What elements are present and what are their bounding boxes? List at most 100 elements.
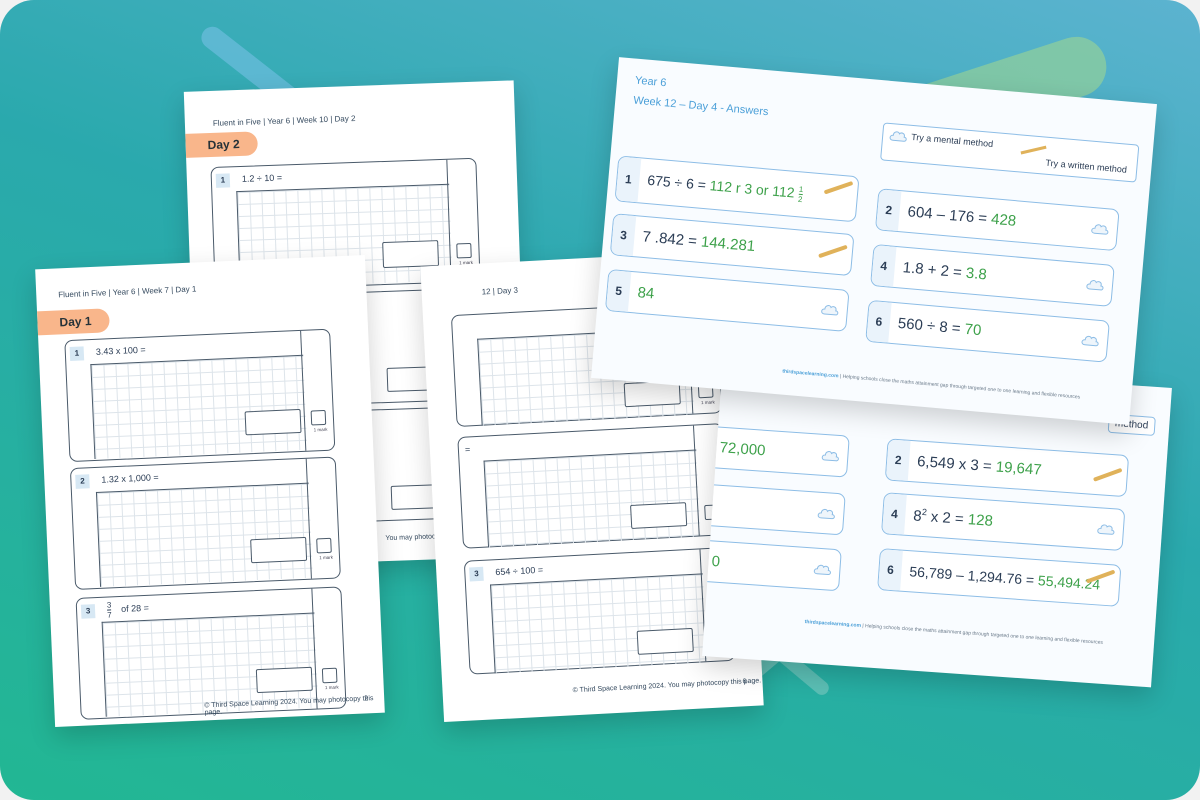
footer-link[interactable]: thirdspacelearning.com bbox=[804, 619, 861, 629]
equation-text: 56,789 – 1,294.76 = bbox=[908, 563, 1035, 588]
question-text: 3.43 x 100 = bbox=[95, 344, 146, 357]
mark-label: 1 mark bbox=[319, 554, 334, 561]
working-grid bbox=[483, 449, 701, 548]
equation-text: 675 ÷ 6 = bbox=[646, 171, 707, 193]
fraction-numerator: 1 bbox=[798, 184, 804, 196]
answer-box[interactable] bbox=[244, 408, 302, 436]
answer-card: 3 7 .842 = 144.281 bbox=[609, 213, 855, 277]
page-number: 2 bbox=[364, 695, 369, 703]
answer-sheet-footer: thirdspacelearning.com | Helping schools… bbox=[782, 369, 1080, 401]
page-number: 6 bbox=[742, 678, 747, 686]
worksheet-header: 12 | Day 3 bbox=[481, 285, 519, 297]
card-number: 1 bbox=[615, 156, 642, 203]
day-tab: Day 1 bbox=[37, 308, 111, 336]
answer-value: 84 bbox=[636, 284, 655, 303]
answer-equation: 604 – 176 = 428 bbox=[907, 203, 1017, 229]
answer-value: 112 r 3 or 112 bbox=[709, 177, 796, 201]
answer-equation: 6,549 x 3 = 19,647 bbox=[917, 453, 1043, 479]
written-method-icon bbox=[1092, 467, 1123, 482]
answer-card: 6 560 ÷ 8 = 70 bbox=[865, 299, 1110, 363]
mental-method-icon bbox=[821, 451, 839, 462]
question-number: 3 bbox=[469, 566, 484, 582]
mental-method-icon bbox=[821, 305, 839, 316]
worksheet-header: Fluent in Five | Year 6 | Week 10 | Day … bbox=[212, 113, 356, 128]
question-number: 1 bbox=[215, 173, 231, 188]
legend-mental-text: Try a mental method bbox=[910, 131, 994, 149]
question-box: 1 3.43 x 100 = 1 mark bbox=[64, 328, 336, 463]
mark-column bbox=[300, 329, 335, 451]
answer-sheet-footer: thirdspacelearning.com | Helping schools… bbox=[804, 619, 1103, 646]
footer-text: | Helping schools close the maths attain… bbox=[860, 622, 1104, 646]
mark-label: 1 mark bbox=[324, 684, 339, 691]
working-grid bbox=[490, 573, 708, 674]
answer-box[interactable] bbox=[255, 666, 313, 694]
card-number: 3 bbox=[610, 214, 637, 257]
answer-value: 19,647 bbox=[995, 458, 1043, 479]
answer-equation: 560 ÷ 8 = 70 bbox=[897, 315, 982, 339]
answer-equation: 56,789 – 1,294.76 = 55,494.24 bbox=[909, 563, 1101, 592]
answer-equation: 82 x 2 = 128 bbox=[913, 506, 994, 530]
written-method-icon bbox=[823, 180, 854, 195]
method-legend: Try a mental method Try a written method bbox=[880, 122, 1140, 183]
mental-method-icon bbox=[1091, 224, 1109, 235]
fraction-denominator: 2 bbox=[797, 194, 803, 205]
mark-label: 1 mark bbox=[700, 399, 715, 406]
answer-card: 2 604 – 176 = 428 bbox=[874, 188, 1120, 252]
mark-label: 1 mark bbox=[313, 426, 328, 433]
answer-equation: 72,000 bbox=[719, 439, 766, 459]
answer-equation: 84 bbox=[637, 284, 655, 302]
question-text: of 28 = bbox=[120, 602, 150, 614]
answer-fraction: 1 2 bbox=[797, 184, 804, 205]
footer-text: © Third Space Learning 2024. You may pho… bbox=[572, 677, 762, 695]
mark-box[interactable] bbox=[310, 409, 327, 426]
working-grid bbox=[90, 354, 308, 460]
question-number: 3 bbox=[80, 604, 96, 619]
legend-written-text: Try a written method bbox=[1045, 157, 1128, 175]
written-method-icon bbox=[1020, 145, 1047, 155]
answer-equation: 675 ÷ 6 = 112 r 3 or 112 1 2 bbox=[646, 171, 804, 205]
answer-box[interactable] bbox=[382, 240, 440, 269]
mental-method-icon bbox=[889, 131, 907, 142]
mark-box[interactable] bbox=[316, 537, 332, 554]
answer-value: 0 bbox=[711, 552, 721, 571]
equation-text-2: .842 = bbox=[654, 229, 698, 251]
equation-text: 1.8 + 2 = bbox=[902, 259, 963, 282]
answer-card: 5 84 bbox=[604, 268, 850, 332]
mental-method-icon bbox=[1086, 280, 1104, 291]
answer-card bbox=[702, 483, 846, 536]
answer-sheet-top: Year 6 Week 12 – Day 4 - Answers Try a m… bbox=[590, 57, 1158, 425]
answer-value: 144.281 bbox=[700, 233, 756, 256]
answer-value: 428 bbox=[990, 210, 1017, 230]
answer-box[interactable] bbox=[630, 502, 688, 530]
answer-card: 72,000 bbox=[705, 425, 850, 478]
question-box: 2 1.32 x 1,000 = 1 mark bbox=[69, 456, 341, 590]
equation-text: x 2 = bbox=[926, 508, 965, 528]
card-number: 4 bbox=[882, 493, 907, 535]
question-text: 1.32 x 1,000 = bbox=[101, 472, 159, 485]
footer-link[interactable]: thirdspacelearning.com bbox=[782, 369, 839, 380]
mark-box[interactable] bbox=[456, 242, 472, 259]
question-box: 3 654 ÷ 100 = bbox=[463, 546, 736, 675]
answer-value: 55,494.24 bbox=[1037, 572, 1101, 593]
mark-column bbox=[305, 457, 340, 579]
answer-card: 0 bbox=[702, 539, 842, 592]
answer-value: 70 bbox=[963, 320, 983, 340]
sheet-year: Year 6 bbox=[634, 74, 667, 90]
equation-text: 560 ÷ 8 = bbox=[897, 314, 962, 338]
question-text: = bbox=[464, 444, 471, 455]
mental-method-icon bbox=[1081, 335, 1099, 347]
sheet-title: Week 12 – Day 4 - Answers bbox=[632, 94, 769, 119]
question-text: 654 ÷ 100 = bbox=[495, 564, 544, 578]
answer-box[interactable] bbox=[250, 536, 308, 564]
answer-box[interactable] bbox=[636, 627, 694, 655]
card-number: 4 bbox=[871, 245, 897, 287]
answer-equation: 7 .842 = 144.281 bbox=[642, 228, 756, 255]
day-tab: Day 2 bbox=[185, 131, 259, 158]
equation-text: 604 – 176 = bbox=[906, 203, 988, 228]
answer-card: 2 6,549 x 3 = 19,647 bbox=[884, 438, 1130, 498]
written-method-icon bbox=[818, 244, 848, 259]
mark-box[interactable] bbox=[321, 667, 338, 684]
answer-value: 128 bbox=[967, 511, 994, 530]
card-number: 6 bbox=[866, 300, 892, 343]
mental-method-icon bbox=[817, 508, 835, 520]
